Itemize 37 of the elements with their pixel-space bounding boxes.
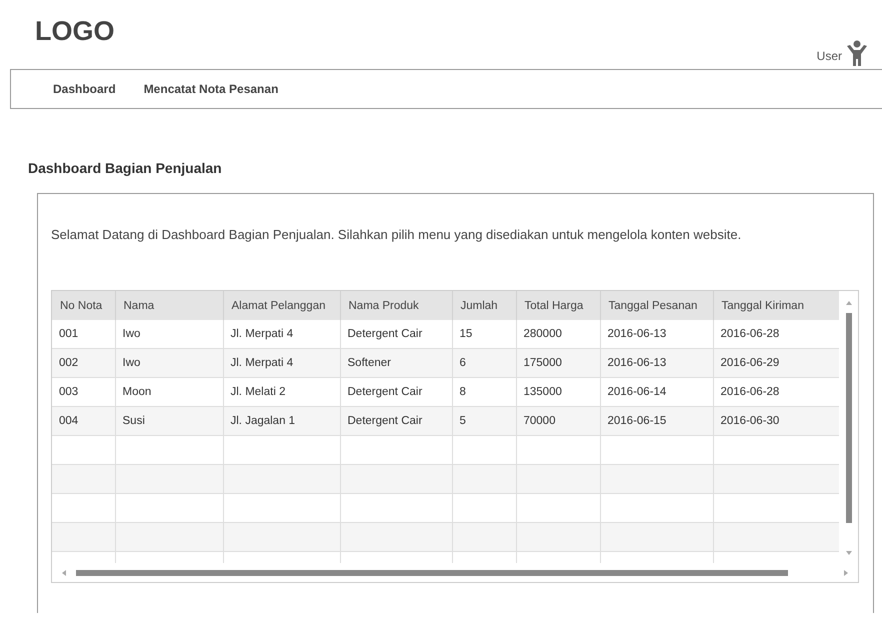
table-cell: Jl. Jagalan 1: [223, 406, 340, 436]
column-header[interactable]: Total Harga: [516, 291, 600, 320]
page-title: Dashboard Bagian Penjualan: [28, 160, 223, 176]
column-header[interactable]: Tanggal Pesanan: [600, 291, 713, 320]
table-cell: 002: [52, 348, 115, 378]
column-header[interactable]: Tanggal Kiriman: [713, 291, 839, 320]
table-cell: 2016-06-13: [600, 348, 713, 378]
scroll-right-icon[interactable]: [844, 570, 848, 576]
welcome-text: Selamat Datang di Dashboard Bagian Penjualan. Silahkan pilih menu yang disediakan untuk mengelola konten website.: [51, 227, 742, 242]
scroll-left-icon[interactable]: [62, 570, 66, 576]
column-header[interactable]: Nama: [115, 291, 223, 320]
table-cell: 2016-06-29: [713, 348, 839, 378]
table-cell: 2016-06-15: [600, 406, 713, 436]
scrollbar-thumb[interactable]: [76, 570, 788, 576]
column-header[interactable]: Nama Produk: [340, 291, 452, 320]
table-cell: 175000: [516, 348, 600, 378]
table-cell: 70000: [516, 406, 600, 436]
table-cell: 004: [52, 406, 115, 436]
table-cell: 2016-06-30: [713, 406, 839, 436]
scroll-up-icon[interactable]: [846, 301, 852, 305]
column-header[interactable]: No Nota: [52, 291, 115, 320]
table-cell: Susi: [115, 406, 223, 436]
user-icon[interactable]: [846, 40, 868, 66]
scrollbar-thumb[interactable]: [846, 313, 852, 523]
nav-link[interactable]: Mencatat Nota Pesanan: [144, 82, 278, 96]
column-header[interactable]: Alamat Pelanggan: [223, 291, 340, 320]
nav-link[interactable]: Dashboard: [53, 82, 116, 96]
table-cell: 6: [452, 348, 516, 378]
table-cell: 5: [452, 406, 516, 436]
table-cell: Iwo: [115, 348, 223, 378]
column-header[interactable]: Jumlah: [452, 291, 516, 320]
table-cell: Jl. Merpati 4: [223, 348, 340, 378]
table-cell: Detergent Cair: [340, 406, 452, 436]
user-label[interactable]: User: [816, 49, 842, 66]
scroll-down-icon[interactable]: [846, 551, 852, 555]
table-cell: Softener: [340, 348, 452, 378]
logo: LOGO: [35, 16, 114, 47]
